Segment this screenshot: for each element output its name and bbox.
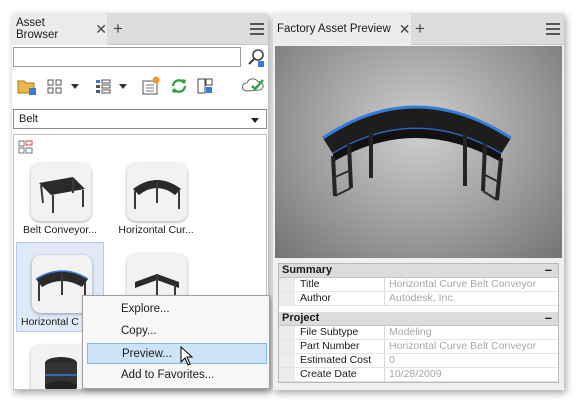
menu-item-copy[interactable]: Copy...: [87, 321, 267, 342]
asset-thumbnail: [31, 163, 91, 221]
tab-factory-asset-preview-label: Factory Asset Preview: [277, 23, 391, 35]
menu-item-add-to-favorites[interactable]: Add to Favorites...: [87, 365, 267, 386]
property-row: Title Horizontal Curve Belt Conveyor: [279, 278, 558, 292]
property-row: Author Autodesk, Inc.: [279, 292, 558, 306]
property-key: Part Number: [279, 340, 385, 353]
import-icon[interactable]: [140, 75, 162, 97]
category-select[interactable]: Belt: [13, 109, 267, 129]
property-row: Part Number Horizontal Curve Belt Convey…: [279, 340, 558, 354]
asset-browser-tabbar: Asset Browser ✕ +: [12, 13, 268, 45]
mouse-pointer-icon: [180, 346, 194, 366]
property-value[interactable]: Horizontal Curve Belt Conveyor: [385, 278, 536, 291]
close-icon[interactable]: ✕: [399, 21, 411, 38]
property-value[interactable]: 0: [385, 354, 395, 367]
property-value[interactable]: 10/28/2009: [385, 368, 442, 381]
property-key: File Subtype: [279, 326, 385, 339]
refresh-icon[interactable]: [169, 75, 189, 97]
property-value[interactable]: Autodesk, Inc.: [385, 292, 456, 305]
property-value[interactable]: Horizontal Curve Belt Conveyor: [385, 340, 536, 353]
asset-preview-tabbar: Factory Asset Preview ✕ +: [273, 13, 564, 45]
conveyor-model: [322, 105, 512, 201]
collapse-icon[interactable]: –: [545, 262, 552, 277]
menu-item-explore[interactable]: Explore...: [87, 299, 267, 320]
property-value[interactable]: Modeling: [385, 326, 432, 339]
section-summary-header[interactable]: Summary –: [279, 262, 558, 278]
tab-factory-asset-preview[interactable]: Factory Asset Preview ✕: [273, 13, 411, 45]
asset-tile-label: Horizontal Cur...: [118, 224, 194, 236]
chevron-down-icon[interactable]: [70, 75, 80, 97]
category-select-value: Belt: [19, 113, 38, 125]
property-key: Title: [279, 278, 385, 291]
library-icon[interactable]: [195, 75, 215, 97]
asset-tile[interactable]: Horizontal Cur...: [112, 151, 200, 241]
tab-asset-browser[interactable]: Asset Browser ✕: [12, 13, 107, 45]
magnifier-icon[interactable]: [247, 48, 267, 68]
add-tab-icon[interactable]: +: [415, 19, 425, 39]
section-title: Project: [282, 312, 320, 324]
context-menu: Explore... Copy... Preview... Add to Fav…: [82, 295, 270, 389]
close-icon[interactable]: ✕: [95, 21, 107, 38]
collapse-icon[interactable]: –: [545, 310, 552, 325]
tab-asset-browser-label: Asset Browser: [16, 17, 59, 41]
grid-view-icon[interactable]: [46, 75, 64, 97]
menu-item-preview[interactable]: Preview...: [87, 343, 267, 364]
add-tab-icon[interactable]: +: [113, 19, 123, 39]
folder-add-icon[interactable]: [16, 75, 38, 97]
properties-grid: Summary – Title Horizontal Curve Belt Co…: [278, 262, 559, 383]
asset-tile[interactable]: Belt Conveyor...: [16, 151, 104, 241]
asset-tile-label: Belt Conveyor...: [22, 224, 98, 236]
property-row: Estimated Cost 0: [279, 354, 558, 368]
section-project-header[interactable]: Project –: [279, 310, 558, 326]
list-view-icon[interactable]: [94, 75, 112, 97]
asset-toolbar: [12, 75, 268, 99]
chevron-down-icon: [251, 118, 259, 123]
property-key: Author: [279, 292, 385, 305]
property-row: File Subtype Modeling: [279, 326, 558, 340]
property-key: Estimated Cost: [279, 354, 385, 367]
property-key: Create Date: [279, 368, 385, 381]
section-title: Summary: [282, 264, 333, 276]
panel-menu-icon[interactable]: [546, 23, 560, 38]
asset-preview-panel: Factory Asset Preview ✕ + Summary – Titl…: [273, 13, 564, 390]
3d-preview-viewport[interactable]: [275, 46, 562, 258]
cloud-check-icon[interactable]: [242, 75, 266, 97]
panel-menu-icon[interactable]: [250, 23, 264, 38]
property-row: Create Date 10/28/2009: [279, 368, 558, 382]
asset-thumbnail: [127, 163, 187, 221]
search-input[interactable]: [13, 47, 241, 67]
chevron-down-icon[interactable]: [118, 75, 128, 97]
